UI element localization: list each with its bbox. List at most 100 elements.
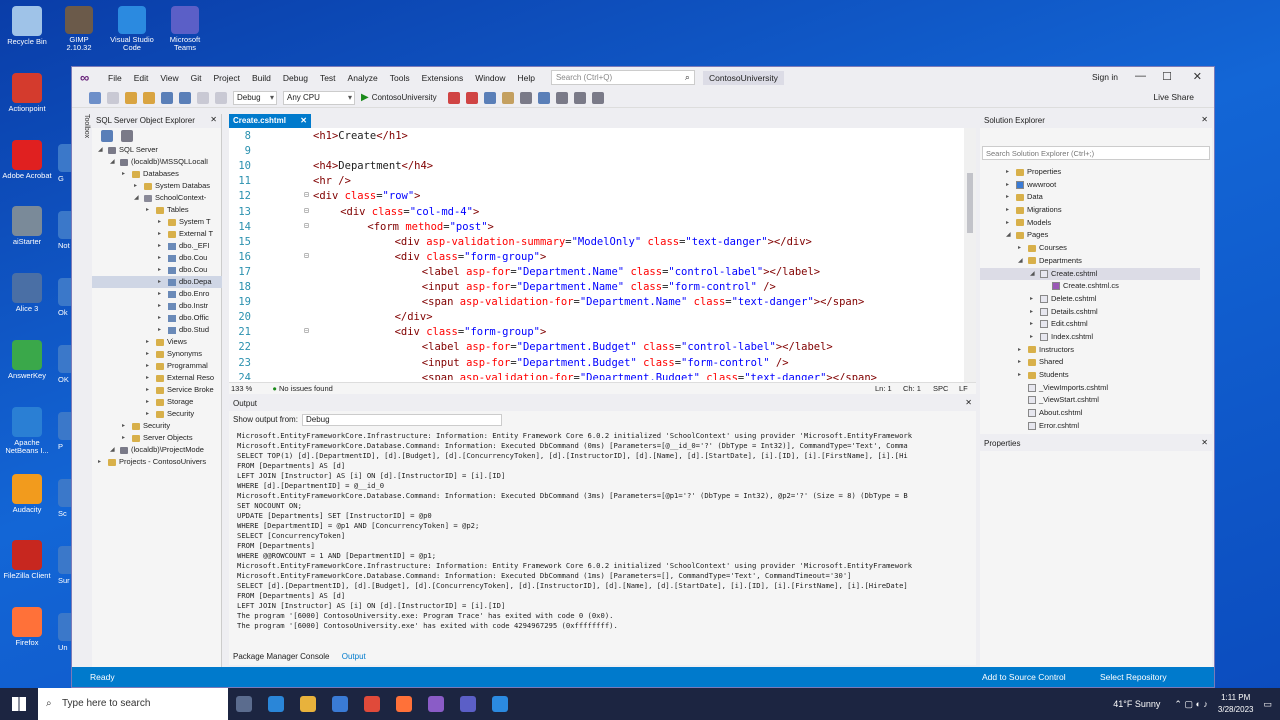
tree-item[interactable]: ▸ dbo.Cou [92,264,222,276]
maximize-button[interactable]: ☐ [1162,70,1172,83]
expand-arrow-icon[interactable]: ▸ [122,420,125,432]
refresh-icon[interactable] [483,91,496,104]
visual-studio-icon[interactable] [428,696,444,712]
format-icon[interactable] [555,91,568,104]
start-debugging-icon[interactable]: ▶ [361,92,369,103]
new-project-icon[interactable] [125,91,137,104]
tree-item[interactable]: ▸ Databases [92,168,222,180]
tree-item[interactable]: ▸ dbo.Offic [92,312,222,324]
desktop-icon[interactable]: Apache NetBeans I... [2,406,52,455]
menu-item-analyze[interactable]: Analyze [342,73,384,83]
solution-item[interactable]: ▸ Instructors [980,344,1200,357]
tree-item[interactable]: ▸ Service Broke [92,384,222,396]
tree-item[interactable]: ◢ SchoolContext- [92,192,222,204]
expand-arrow-icon[interactable]: ▸ [158,216,161,228]
desktop-icon[interactable]: Not [58,211,72,250]
mail-icon[interactable] [332,696,348,712]
desktop-icon[interactable]: Actionpoint [2,72,52,113]
tree-item[interactable]: ▸ Storage [92,396,222,408]
tree-item[interactable]: ▸ dbo.Instr [92,300,222,312]
tree-item[interactable]: ▸ External T [92,228,222,240]
solution-item[interactable]: ▸ Details.cshtml [980,306,1200,319]
code-area[interactable]: 8 <h1>Create</h1> 9 10 <h4>Department</h4> 11… [229,128,964,380]
whitespace-mode[interactable]: SPC [933,383,948,395]
menu-item-window[interactable]: Window [469,73,511,83]
tree-item[interactable]: ▸ dbo.Cou [92,252,222,264]
desktop-icon[interactable]: OK [58,345,72,384]
live-share-button[interactable]: Live Share [1153,92,1194,102]
desktop-icon[interactable]: P [58,412,72,451]
close-icon[interactable]: ✕ [1201,438,1208,447]
tree-item[interactable]: ▸ Synonyms [92,348,222,360]
solution-item[interactable]: ◢ Create.cshtml [980,267,1200,281]
vscode-icon[interactable] [492,696,508,712]
close-icon[interactable]: ✕ [210,115,217,124]
toolbar-icon[interactable] [519,91,532,104]
tree-item[interactable]: ▸ Tables [92,204,222,216]
expand-arrow-icon[interactable]: ▸ [158,276,161,288]
tree-item[interactable]: ▸ Security [92,408,222,420]
toolbar-icon[interactable] [501,91,514,104]
expand-arrow-icon[interactable]: ▸ [1018,369,1021,382]
tree-item[interactable]: ▸ External Reso [92,372,222,384]
zoom-level[interactable]: 133 % [231,384,252,393]
tree-item[interactable]: ▸ Security [92,420,222,432]
desktop-icon[interactable]: GIMP 2.10.32 [56,6,102,52]
tree-item[interactable]: ▸ System T [92,216,222,228]
editor-vertical-scrollbar[interactable] [964,128,976,382]
expand-arrow-icon[interactable]: ▸ [158,324,161,336]
tree-item[interactable]: ▸ dbo._EFI [92,240,222,252]
expand-arrow-icon[interactable]: ◢ [98,144,103,156]
toolbox-tab[interactable]: Toolbox [76,114,90,154]
desktop-icon[interactable]: Visual Studio Code [109,6,155,52]
output-source-dropdown[interactable]: Debug [302,414,502,426]
tree-item[interactable]: ▸ dbo.Stud [92,324,222,336]
clock[interactable]: 1:11 PM 3/28/2023 [1218,692,1254,716]
menu-item-extensions[interactable]: Extensions [416,73,470,83]
expand-arrow-icon[interactable]: ▸ [146,408,149,420]
menu-item-file[interactable]: File [102,73,128,83]
step-icon[interactable] [537,91,550,104]
redo-icon[interactable] [215,91,227,104]
expand-arrow-icon[interactable]: ▸ [146,396,149,408]
solution-item[interactable]: About.cshtml [980,407,1200,420]
expand-arrow-icon[interactable]: ◢ [110,444,115,456]
expand-arrow-icon[interactable]: ▸ [1018,344,1021,357]
expand-arrow-icon[interactable]: ▸ [1006,217,1009,230]
expand-arrow-icon[interactable]: ▸ [98,456,101,468]
solution-item[interactable]: ▸ Students [980,369,1200,382]
output-text[interactable]: Microsoft.EntityFrameworkCore.Infrastruc… [237,431,965,631]
firefox-icon[interactable] [396,696,412,712]
expand-arrow-icon[interactable]: ▸ [1006,204,1009,217]
menu-item-view[interactable]: View [154,73,184,83]
expand-arrow-icon[interactable]: ▸ [1018,356,1021,369]
desktop-icon[interactable]: Sur [58,546,72,585]
expand-arrow-icon[interactable]: ▸ [1006,179,1009,192]
tree-item[interactable]: ▸ dbo.Enro [92,288,222,300]
solution-item[interactable]: ▸ Migrations [980,204,1200,217]
expand-arrow-icon[interactable]: ▸ [158,300,161,312]
solution-item[interactable]: _ViewImports.cshtml [980,382,1200,395]
desktop-icon[interactable]: FileZilla Client [2,540,52,580]
expand-arrow-icon[interactable]: ▸ [158,240,161,252]
solution-item[interactable]: ▸ Index.cshtml [980,331,1200,344]
menu-item-edit[interactable]: Edit [128,73,155,83]
desktop-icon[interactable]: Alice 3 [2,273,52,313]
select-repository[interactable]: Select Repository [1100,667,1167,687]
expand-arrow-icon[interactable]: ▸ [1018,242,1021,255]
minimize-button[interactable]: — [1135,70,1146,82]
solution-item[interactable]: _ViewStart.cshtml [980,394,1200,407]
tree-item[interactable]: ▸ Server Objects [92,432,222,444]
desktop-icon[interactable]: Sc [58,479,72,518]
expand-arrow-icon[interactable]: ◢ [110,156,115,168]
menu-item-tools[interactable]: Tools [384,73,416,83]
tree-item[interactable]: ◢ (localdb)\ProjectMode [92,444,222,456]
expand-arrow-icon[interactable]: ▸ [1006,166,1009,179]
back-icon[interactable] [89,91,101,104]
menu-item-build[interactable]: Build [246,73,277,83]
close-icon[interactable]: ✕ [1201,115,1208,124]
refresh-icon[interactable] [101,130,113,142]
expand-arrow-icon[interactable]: ◢ [1030,268,1035,281]
menu-item-project[interactable]: Project [208,73,246,83]
close-tab-icon[interactable]: ✕ [300,116,307,125]
